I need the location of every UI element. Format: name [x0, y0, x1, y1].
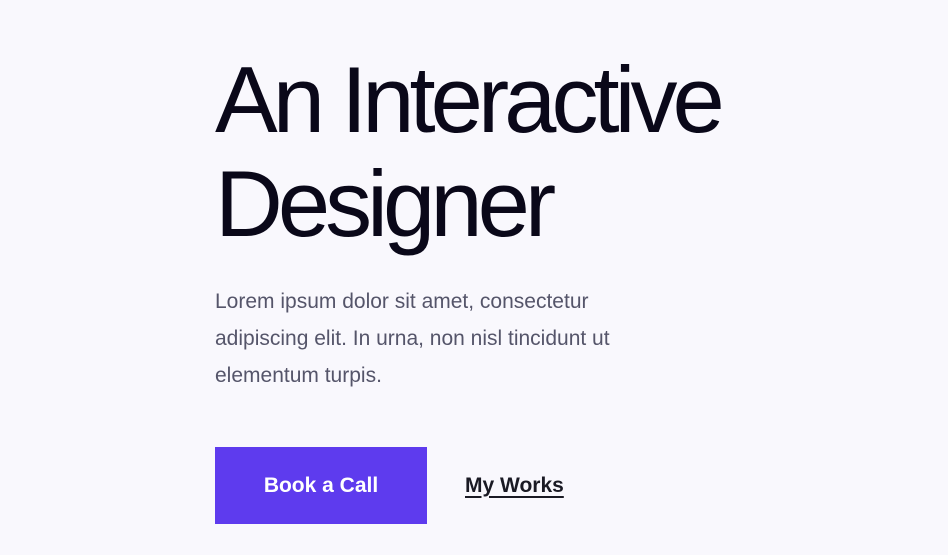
book-a-call-button[interactable]: Book a Call: [215, 447, 427, 524]
hero-actions: Book a Call My Works: [215, 447, 564, 524]
my-works-link[interactable]: My Works: [465, 474, 564, 498]
hero-section: An Interactive Designer Lorem ipsum dolo…: [215, 48, 915, 394]
hero-title-line-1: An Interactive: [215, 47, 725, 152]
hero-title: An Interactive Designer: [215, 48, 915, 256]
hero-description: Lorem ipsum dolor sit amet, consectetur …: [215, 290, 610, 387]
hero-title-line-2: Designer: [215, 151, 556, 256]
